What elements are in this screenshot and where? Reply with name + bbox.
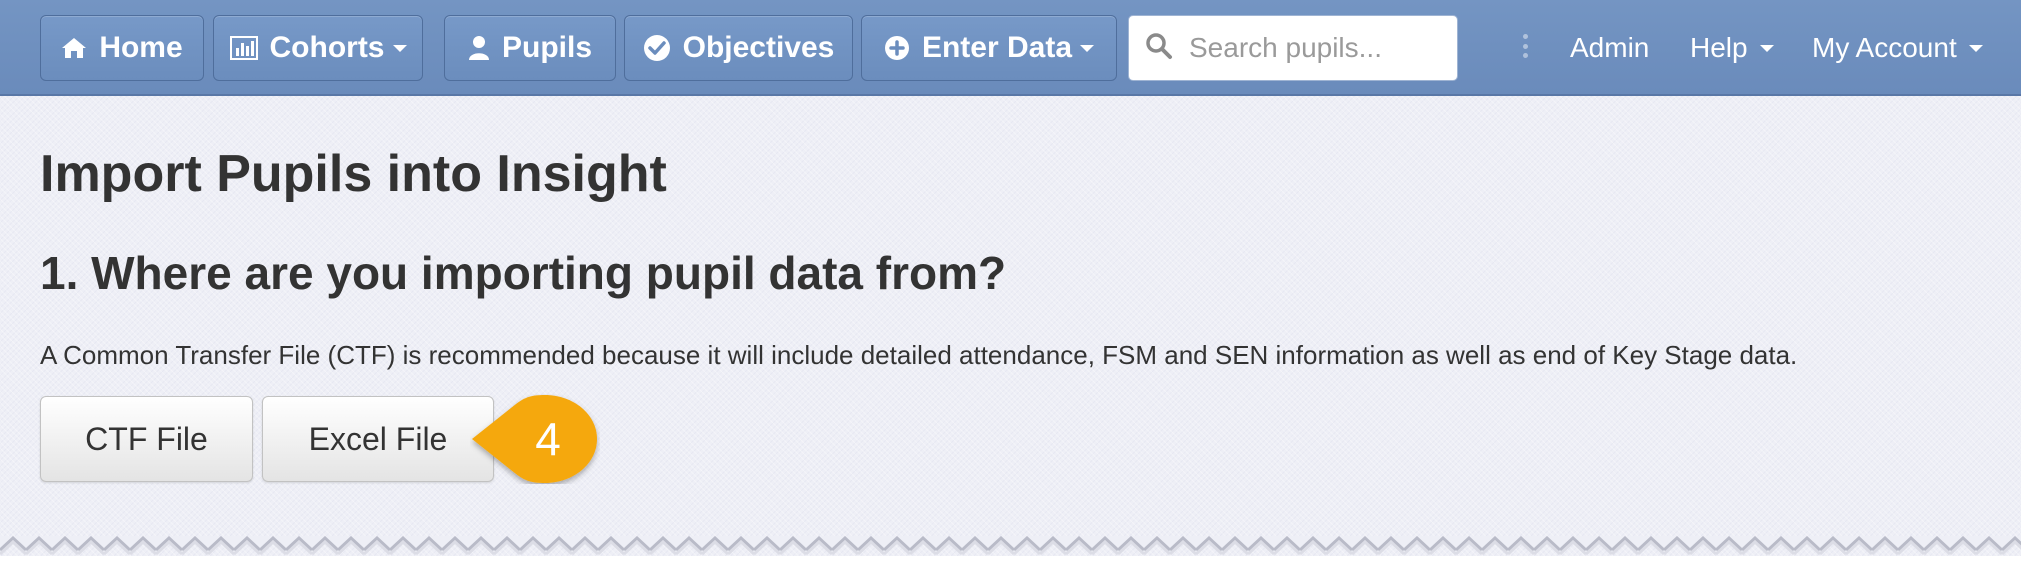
- torn-edge-decoration: [0, 536, 2021, 556]
- more-icon[interactable]: [1522, 34, 1528, 58]
- search-input[interactable]: [1187, 31, 1441, 65]
- search-box: [1128, 15, 1458, 81]
- home-button-label: Home: [99, 31, 183, 64]
- account-link-label: My Account: [1812, 32, 1957, 63]
- account-menu-link[interactable]: My Account: [1812, 28, 1983, 68]
- chevron-down-icon: [1968, 44, 1983, 52]
- admin-link-label: Admin: [1570, 32, 1650, 63]
- search-icon: [1145, 32, 1173, 65]
- chevron-down-icon: [1759, 44, 1774, 52]
- chevron-down-icon: [1080, 44, 1095, 52]
- top-navbar: Home Cohorts Pupils Objectives Enter Dat…: [0, 0, 2021, 96]
- import-description: A Common Transfer File (CTF) is recommen…: [40, 340, 1798, 370]
- admin-link[interactable]: Admin: [1570, 28, 1649, 68]
- pupils-button[interactable]: Pupils: [444, 15, 616, 81]
- home-button[interactable]: Home: [40, 15, 204, 81]
- page-title: Import Pupils into Insight: [40, 145, 667, 203]
- cohorts-button-label: Cohorts: [269, 31, 385, 64]
- plus-circle-icon: [884, 35, 910, 61]
- objectives-button-label: Objectives: [682, 31, 835, 64]
- home-icon: [61, 36, 87, 60]
- enter-data-menu-button[interactable]: Enter Data: [861, 15, 1117, 81]
- bar-chart-icon: [229, 36, 258, 60]
- ctf-file-button[interactable]: CTF File: [40, 396, 253, 482]
- chevron-down-icon: [392, 44, 407, 52]
- help-menu-link[interactable]: Help: [1690, 28, 1774, 68]
- objectives-button[interactable]: Objectives: [624, 15, 853, 81]
- excel-file-button[interactable]: Excel File: [262, 396, 494, 482]
- main-content: Import Pupils into Insight 1. Where are …: [0, 96, 2021, 556]
- user-icon: [468, 35, 490, 61]
- step-heading: 1. Where are you importing pupil data fr…: [40, 247, 1007, 299]
- check-circle-icon: [643, 34, 671, 62]
- enter-data-button-label: Enter Data: [921, 31, 1073, 64]
- pupils-button-label: Pupils: [501, 31, 592, 64]
- cohorts-menu-button[interactable]: Cohorts: [213, 15, 423, 81]
- help-link-label: Help: [1690, 32, 1748, 63]
- step-callout-number: 4: [535, 413, 561, 465]
